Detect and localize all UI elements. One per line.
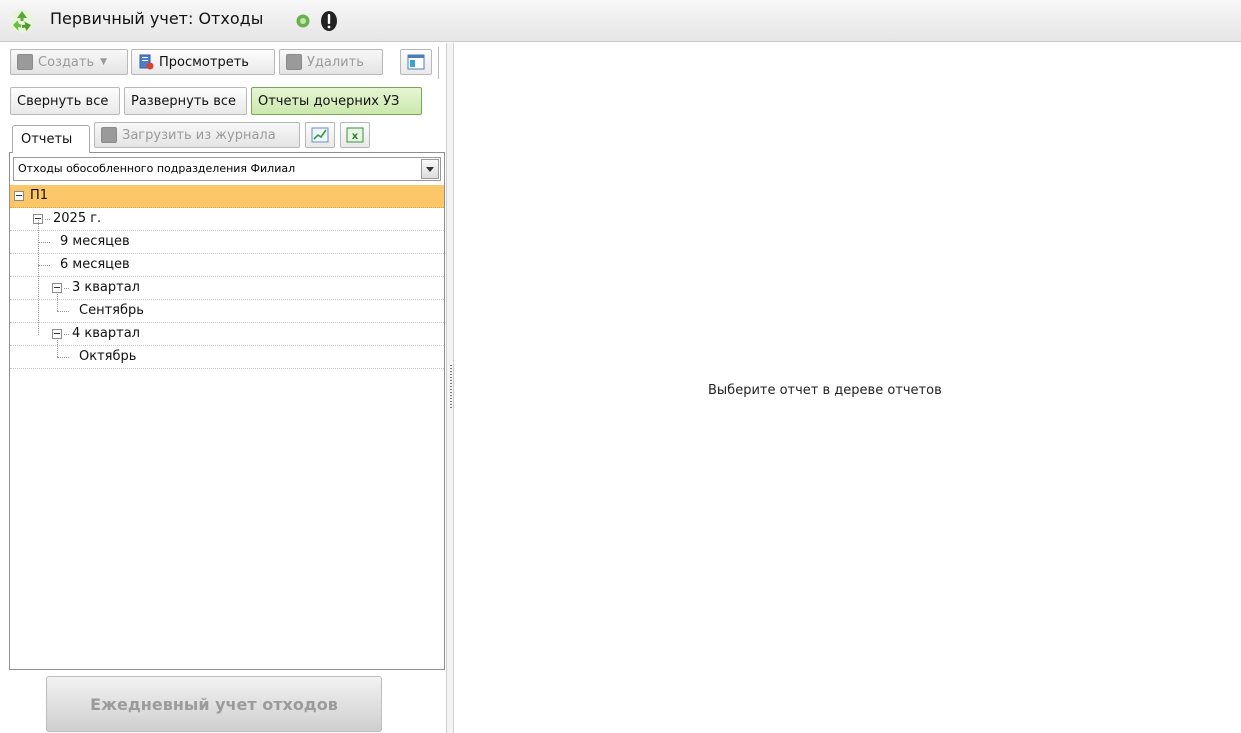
view-label: Просмотреть	[159, 54, 249, 70]
load-from-journal-button[interactable]: Загрузить из журнала	[94, 122, 300, 148]
tree-node-label: 2025 г.	[53, 211, 102, 226]
tree-connector	[64, 288, 69, 289]
load-from-journal-label: Загрузить из журнала	[122, 127, 276, 143]
expand-all-label: Развернуть все	[131, 93, 236, 109]
tree-connector	[64, 334, 69, 335]
tree-node-label: 3 квартал	[72, 280, 140, 295]
collapse-all-label: Свернуть все	[17, 93, 109, 109]
collapse-icon[interactable]	[52, 283, 62, 293]
tree-node-root[interactable]: П1	[10, 185, 444, 208]
chevron-down-icon[interactable]	[421, 159, 439, 179]
delete-label: Удалить	[307, 54, 364, 70]
chart-icon	[311, 127, 329, 143]
tree-connector	[38, 265, 39, 335]
report-type-select[interactable]: Отходы обособленного подразделения Филиа…	[13, 157, 441, 181]
report-type-value: Отходы обособленного подразделения Филиа…	[18, 162, 296, 175]
view-report-icon	[139, 54, 154, 70]
svg-text:x: x	[352, 131, 359, 142]
view-button[interactable]: Просмотреть	[131, 49, 275, 75]
tree-connector	[38, 265, 50, 266]
left-panel: Создать ▼ Просмотреть Удалить Свернуть в…	[0, 43, 450, 733]
collapse-icon[interactable]	[52, 329, 62, 339]
expand-all-button[interactable]: Развернуть все	[124, 87, 247, 115]
panel-splitter[interactable]	[446, 43, 454, 733]
tree-node-year[interactable]: 2025 г.	[10, 208, 444, 231]
window-toggle-button[interactable]	[400, 49, 432, 75]
collapse-all-button[interactable]: Свернуть все	[10, 87, 120, 115]
tree-node-q4[interactable]: 4 квартал	[10, 323, 444, 346]
tree-node-label: 9 месяцев	[60, 234, 130, 249]
report-content-area: Выберите отчет в дереве отчетов	[455, 43, 1241, 733]
tree-node-label: Сентябрь	[79, 303, 144, 318]
tree-connector	[57, 357, 69, 358]
chevron-down-icon: ▼	[100, 57, 108, 67]
child-reports-toggle[interactable]: Отчеты дочерних УЗ	[251, 87, 422, 115]
tree-node-label: 6 месяцев	[60, 257, 130, 272]
tree-connector	[57, 340, 58, 357]
help-icon[interactable]	[296, 14, 310, 28]
tree-connector	[45, 219, 50, 220]
collapse-icon[interactable]	[14, 191, 24, 201]
daily-waste-label: Ежедневный учет отходов	[90, 694, 338, 714]
excel-icon: x	[346, 127, 364, 143]
chart-report-button[interactable]	[305, 122, 335, 148]
tree-node-six-months[interactable]: 6 месяцев	[10, 254, 444, 277]
tree-node-label: 4 квартал	[72, 326, 140, 341]
journal-icon	[101, 127, 117, 143]
window-icon	[407, 54, 425, 70]
excel-export-button[interactable]: x	[340, 122, 370, 148]
toolbar-divider	[438, 47, 439, 79]
tree-node-q3[interactable]: 3 квартал	[10, 277, 444, 300]
tree-connector	[38, 220, 39, 265]
recycle-icon	[10, 9, 34, 33]
empty-state-message: Выберите отчет в дереве отчетов	[708, 383, 942, 398]
tree-connector	[57, 294, 58, 311]
title-bar: Первичный учет: Отходы	[0, 0, 1241, 42]
child-reports-label: Отчеты дочерних УЗ	[258, 93, 400, 109]
tab-reports[interactable]: Отчеты	[12, 125, 90, 153]
report-tree-panel: Отходы обособленного подразделения Филиа…	[9, 152, 445, 670]
tree-node-october[interactable]: Октябрь	[10, 346, 444, 369]
window-title: Первичный учет: Отходы	[50, 9, 264, 28]
tree-node-label: Октябрь	[79, 349, 137, 364]
delete-icon	[286, 54, 302, 70]
tree-connector	[38, 242, 50, 243]
exclamation-icon[interactable]	[320, 10, 338, 32]
tab-reports-label: Отчеты	[21, 132, 73, 147]
tree-node-nine-months[interactable]: 9 месяцев	[10, 231, 444, 254]
daily-waste-accounting-button[interactable]: Ежедневный учет отходов	[46, 676, 382, 732]
create-button[interactable]: Создать ▼	[10, 49, 128, 75]
tree-connector	[57, 311, 69, 312]
tree-node-label: П1	[30, 188, 49, 203]
splitter-grip[interactable]	[450, 365, 452, 409]
delete-button[interactable]: Удалить	[279, 49, 383, 75]
tree-node-september[interactable]: Сентябрь	[10, 300, 444, 323]
create-label: Создать	[38, 54, 95, 70]
create-icon	[17, 54, 33, 70]
